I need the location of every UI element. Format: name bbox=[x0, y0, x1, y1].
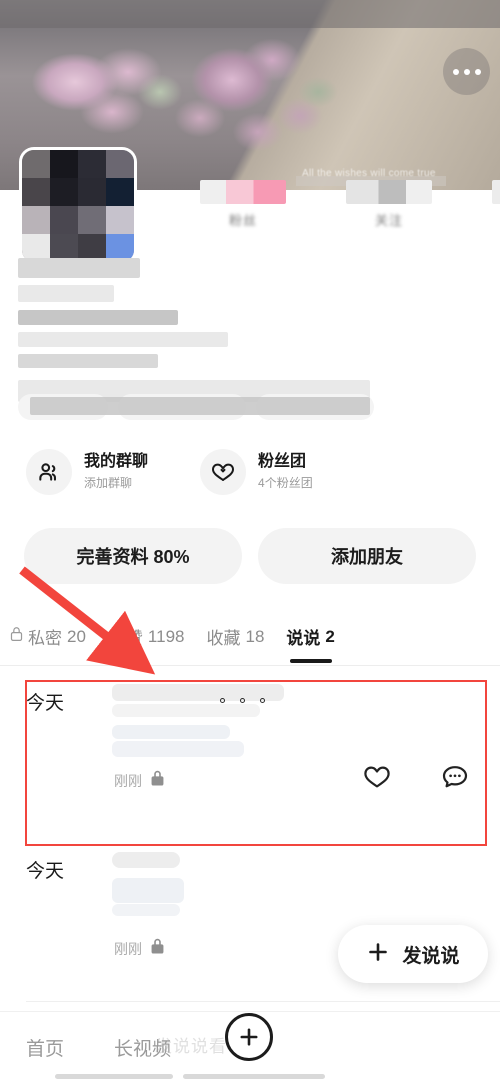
dot bbox=[240, 698, 245, 703]
home-indicator bbox=[55, 1074, 325, 1079]
post-day: 今天 bbox=[26, 861, 65, 882]
profile-stats: 粉丝 关注 获赞 bbox=[200, 180, 500, 229]
heart-outline-icon[interactable] bbox=[362, 763, 392, 796]
nav-item-long-video[interactable]: 长视频 bbox=[114, 1034, 171, 1061]
compose-post-label: 发说说 bbox=[402, 945, 460, 967]
ellipsis-icon[interactable] bbox=[220, 698, 265, 703]
stat-item[interactable]: 获赞 bbox=[492, 180, 500, 229]
avatar-pixelation bbox=[22, 150, 134, 262]
add-friend-button[interactable]: 添加朋友 bbox=[258, 528, 476, 584]
plus-circle-icon[interactable] bbox=[225, 1013, 273, 1061]
stat-label: 关注 bbox=[374, 213, 403, 228]
dot bbox=[463, 68, 470, 75]
shortcut-fan-club[interactable]: 粉丝团 4个粉丝团 bbox=[200, 436, 313, 508]
avatar[interactable] bbox=[22, 150, 134, 262]
stat-value-redacted bbox=[346, 180, 432, 204]
stat-label: 粉丝 bbox=[228, 213, 257, 228]
dot bbox=[474, 68, 481, 75]
lock-filled-icon bbox=[150, 937, 165, 960]
stat-label: 获赞 bbox=[492, 210, 500, 229]
username-redacted bbox=[18, 258, 228, 368]
tab-count: 18 bbox=[245, 626, 265, 646]
tab-label: 说说 bbox=[286, 629, 321, 648]
annotation-arrow bbox=[19, 566, 156, 675]
shortcut-row: 我的群聊 添加群聊 粉丝团 4个粉丝团 bbox=[0, 436, 500, 508]
group-people-icon bbox=[26, 449, 72, 495]
dot bbox=[220, 698, 225, 703]
tab-moments[interactable]: 说说 2 bbox=[286, 624, 335, 663]
plus-icon bbox=[366, 940, 390, 969]
stat-item[interactable]: 关注 bbox=[346, 180, 432, 229]
nav-item-home[interactable]: 首页 bbox=[26, 1034, 64, 1061]
tab-favorites[interactable]: 收藏 18 bbox=[206, 624, 264, 649]
heart-fans-icon bbox=[200, 449, 247, 495]
post-card[interactable]: 今天 刚刚 bbox=[0, 666, 500, 834]
post-meta: 刚刚 bbox=[114, 937, 165, 960]
stat-value-redacted bbox=[492, 180, 500, 204]
shortcut-subtitle: 4个粉丝团 bbox=[258, 476, 313, 490]
shortcut-title: 粉丝团 bbox=[258, 453, 307, 470]
dot bbox=[260, 698, 265, 703]
lock-filled-icon bbox=[150, 769, 165, 792]
post-time: 刚刚 bbox=[114, 940, 142, 957]
stat-value-redacted bbox=[200, 180, 286, 204]
post-actions bbox=[362, 763, 470, 796]
status-bar-overlay bbox=[0, 0, 500, 28]
post-content-redacted bbox=[112, 852, 442, 916]
stat-item[interactable]: 粉丝 bbox=[200, 180, 286, 229]
post-meta: 刚刚 bbox=[114, 769, 165, 792]
profile-page: All the wishes will come true 粉丝 关注 我的群聊… bbox=[0, 0, 500, 1083]
bottom-navigation: 发说说看看 首页 长视频 bbox=[0, 1011, 500, 1083]
shortcut-title: 我的群聊 bbox=[84, 453, 149, 470]
comment-bubble-icon[interactable] bbox=[440, 763, 470, 796]
post-day: 今天 bbox=[26, 693, 65, 714]
active-tab-indicator bbox=[289, 659, 332, 663]
tab-label: 收藏 bbox=[206, 629, 241, 648]
post-content-redacted bbox=[112, 684, 442, 757]
shortcut-my-groups[interactable]: 我的群聊 添加群聊 bbox=[26, 436, 148, 508]
compose-post-button[interactable]: 发说说 bbox=[338, 925, 488, 983]
tab-count: 2 bbox=[325, 626, 335, 646]
dot bbox=[452, 68, 459, 75]
feed-divider bbox=[26, 1001, 500, 1002]
ellipsis-icon[interactable] bbox=[443, 48, 490, 95]
post-time: 刚刚 bbox=[114, 772, 142, 789]
profile-header: 粉丝 关注 获赞 bbox=[0, 150, 500, 430]
bio-redacted-2 bbox=[30, 397, 370, 415]
shortcut-subtitle: 添加群聊 bbox=[84, 476, 133, 490]
